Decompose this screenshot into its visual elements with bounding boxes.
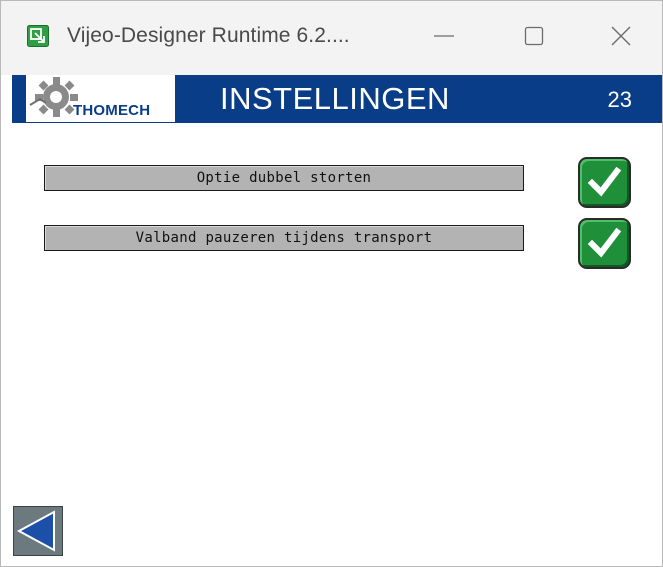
option-label-valband-pauzeren: Valband pauzeren tijdens transport [44,225,524,251]
maximize-icon [523,25,545,52]
back-button[interactable] [13,506,63,556]
header-bar: THOMECH INSTELLINGEN 23 [12,75,662,123]
toggle-dubbel-storten[interactable] [578,157,631,208]
app-window: Vijeo-Designer Runtime 6.2.... THOMECH I… [0,0,663,567]
hmi-screen: THOMECH INSTELLINGEN 23 Optie dubbel sto… [1,75,662,566]
page-title: INSTELLINGEN [220,81,450,116]
page-number: 23 [607,87,632,112]
minimize-icon [433,25,455,52]
toggle-valband-pauzeren[interactable] [578,218,631,269]
close-icon [610,25,632,52]
close-button[interactable] [579,1,662,75]
window-title: Vijeo-Designer Runtime 6.2.... [67,24,350,47]
option-label-dubbel-storten: Optie dubbel storten [44,165,524,191]
maximize-button[interactable] [489,1,579,75]
logo-text: THOMECH [73,102,151,119]
vijeo-app-icon [27,25,49,47]
title-bar: Vijeo-Designer Runtime 6.2.... [1,1,662,75]
company-logo: THOMECH [26,75,176,122]
minimize-button[interactable] [399,1,489,75]
